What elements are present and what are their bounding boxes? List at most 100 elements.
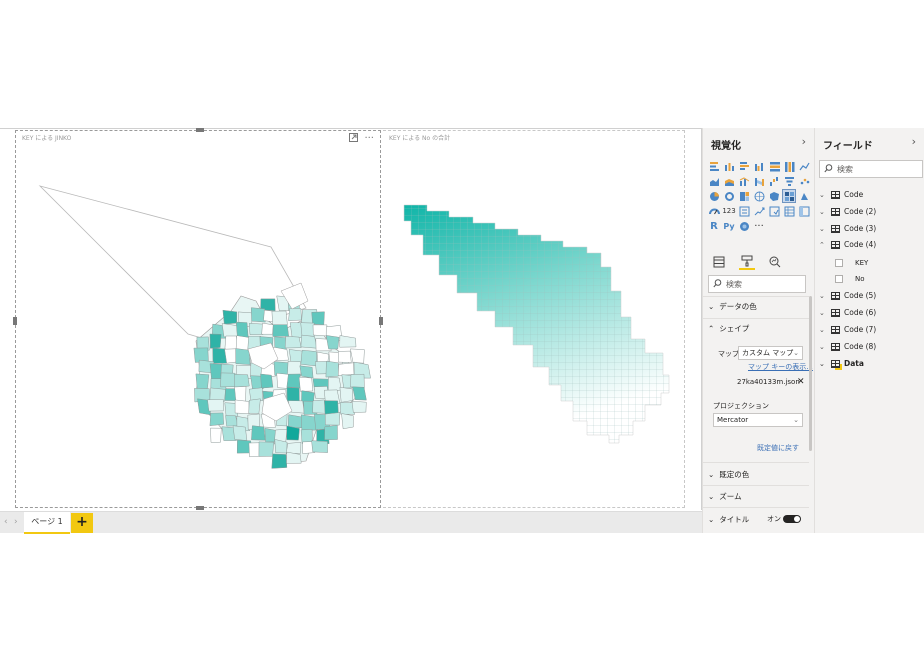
map-region[interactable] (207, 399, 224, 412)
map-region[interactable] (284, 336, 302, 349)
map-region[interactable] (224, 348, 237, 364)
shape-map-visual-no-sum[interactable]: KEY による No の合計 (383, 130, 685, 508)
map-region[interactable] (235, 321, 249, 338)
map-region[interactable] (286, 425, 300, 441)
kpi-icon[interactable] (753, 205, 765, 217)
map-region[interactable] (209, 412, 224, 426)
map-region[interactable] (311, 440, 328, 453)
field-table-data[interactable]: ⌄ Data (819, 359, 864, 368)
map-region[interactable] (234, 374, 250, 388)
field-table-code-5[interactable]: ⌄ Code (5) (819, 291, 876, 300)
map-region[interactable] (195, 373, 210, 390)
map-region[interactable] (234, 386, 247, 402)
format-paint-roller-icon[interactable] (739, 254, 755, 270)
map-region[interactable] (351, 400, 367, 413)
fields-tab-icon[interactable] (711, 254, 727, 270)
format-search-box[interactable]: 検索 (708, 275, 806, 293)
section-title[interactable]: ⌄ タイトル (708, 514, 749, 525)
map-region[interactable] (250, 307, 266, 323)
r-script-visual-icon[interactable]: R (708, 220, 720, 232)
field-column-no[interactable]: No (835, 275, 865, 283)
page-tab-1[interactable]: ページ 1 (24, 512, 70, 534)
field-table-code-7[interactable]: ⌄ Code (7) (819, 325, 876, 334)
map-region[interactable] (225, 415, 239, 427)
stacked-bar-chart-icon[interactable] (708, 160, 720, 172)
map-region[interactable] (341, 413, 354, 430)
map-region[interactable] (350, 373, 365, 389)
map-region[interactable] (271, 453, 288, 469)
map-region[interactable] (325, 335, 340, 350)
field-checkbox[interactable] (835, 259, 843, 267)
line-chart-icon[interactable] (798, 160, 810, 172)
map-region[interactable] (235, 348, 251, 365)
format-pane-scrollbar[interactable] (809, 296, 812, 451)
funnel-chart-icon[interactable] (783, 175, 795, 187)
field-checkbox[interactable] (835, 275, 843, 283)
map-region[interactable] (299, 365, 314, 379)
format-search-input[interactable]: 検索 (726, 279, 742, 290)
line-and-column-chart-icon[interactable] (738, 175, 750, 187)
map-region[interactable] (287, 360, 302, 376)
field-table-code-4[interactable]: ⌃ Code (4) (819, 240, 876, 249)
map-region[interactable] (220, 372, 237, 388)
field-table-code-3[interactable]: ⌄ Code (3) (819, 224, 876, 233)
remove-map-file-icon[interactable]: ✕ (797, 377, 805, 387)
filled-map-icon[interactable] (768, 190, 780, 202)
field-table-code-2[interactable]: ⌄ Code (2) (819, 207, 876, 216)
map-region[interactable] (260, 373, 274, 389)
map-region[interactable] (234, 399, 250, 414)
section-default-colors[interactable]: ⌄ 既定の色 (708, 469, 749, 480)
slicer-icon[interactable] (768, 205, 780, 217)
section-data-colors[interactable]: ⌄ データの色 (708, 301, 757, 312)
map-region[interactable] (350, 348, 365, 364)
table-visual-icon[interactable] (783, 205, 795, 217)
add-page-button[interactable]: + (71, 513, 93, 533)
area-chart-icon[interactable] (708, 175, 720, 187)
field-column-key[interactable]: KEY (835, 259, 868, 267)
field-table-code-8[interactable]: ⌄ Code (8) (819, 342, 876, 351)
view-map-keys-link[interactable]: マップ キーの表示... (748, 362, 813, 372)
section-shape[interactable]: ⌃ シェイプ (708, 323, 749, 334)
map-region[interactable] (272, 324, 289, 337)
map-region[interactable] (286, 373, 301, 389)
ribbon-chart-icon[interactable] (753, 175, 765, 187)
waterfall-chart-icon[interactable] (768, 175, 780, 187)
100-stacked-column-chart-icon[interactable] (783, 160, 795, 172)
map-region[interactable] (339, 386, 354, 403)
map-region[interactable] (235, 335, 250, 352)
pie-chart-icon[interactable] (708, 190, 720, 202)
map-region[interactable] (300, 334, 318, 349)
python-visual-icon[interactable]: Py (723, 220, 735, 232)
map-region[interactable] (248, 398, 261, 414)
page-prev-arrow[interactable]: ‹ (4, 517, 8, 527)
map-region[interactable] (209, 333, 222, 349)
stacked-area-chart-icon[interactable] (723, 175, 735, 187)
more-visuals-icon[interactable]: ··· (753, 220, 765, 232)
arcgis-map-icon[interactable] (738, 220, 750, 232)
page-next-arrow[interactable]: › (14, 517, 18, 527)
map-region[interactable] (221, 323, 239, 338)
shape-map-icon[interactable] (782, 189, 796, 203)
gradient-grid-map[interactable] (383, 131, 685, 509)
map-region[interactable] (232, 425, 248, 441)
azure-map-icon[interactable] (798, 190, 810, 202)
map-region[interactable] (300, 322, 315, 337)
gauge-icon[interactable] (708, 205, 720, 217)
map-region[interactable] (312, 399, 326, 414)
100-stacked-bar-chart-icon[interactable] (768, 160, 780, 172)
map-region[interactable] (325, 360, 339, 378)
map-region[interactable] (261, 322, 274, 335)
map-region[interactable] (224, 335, 238, 351)
shape-map-visual-jinko[interactable]: KEY による JINKO ··· (13, 128, 383, 510)
map-region[interactable] (222, 309, 238, 325)
scatter-chart-icon[interactable] (798, 175, 810, 187)
choropleth-map[interactable] (16, 131, 382, 509)
map-region[interactable] (327, 376, 342, 392)
clustered-bar-chart-icon[interactable] (738, 160, 750, 172)
map-region[interactable] (251, 425, 266, 441)
map-region[interactable] (300, 429, 313, 444)
matrix-icon[interactable] (798, 205, 810, 217)
projection-select[interactable]: Mercator ⌄ (713, 413, 803, 427)
map-region[interactable] (288, 308, 302, 321)
map-region[interactable] (258, 441, 275, 457)
